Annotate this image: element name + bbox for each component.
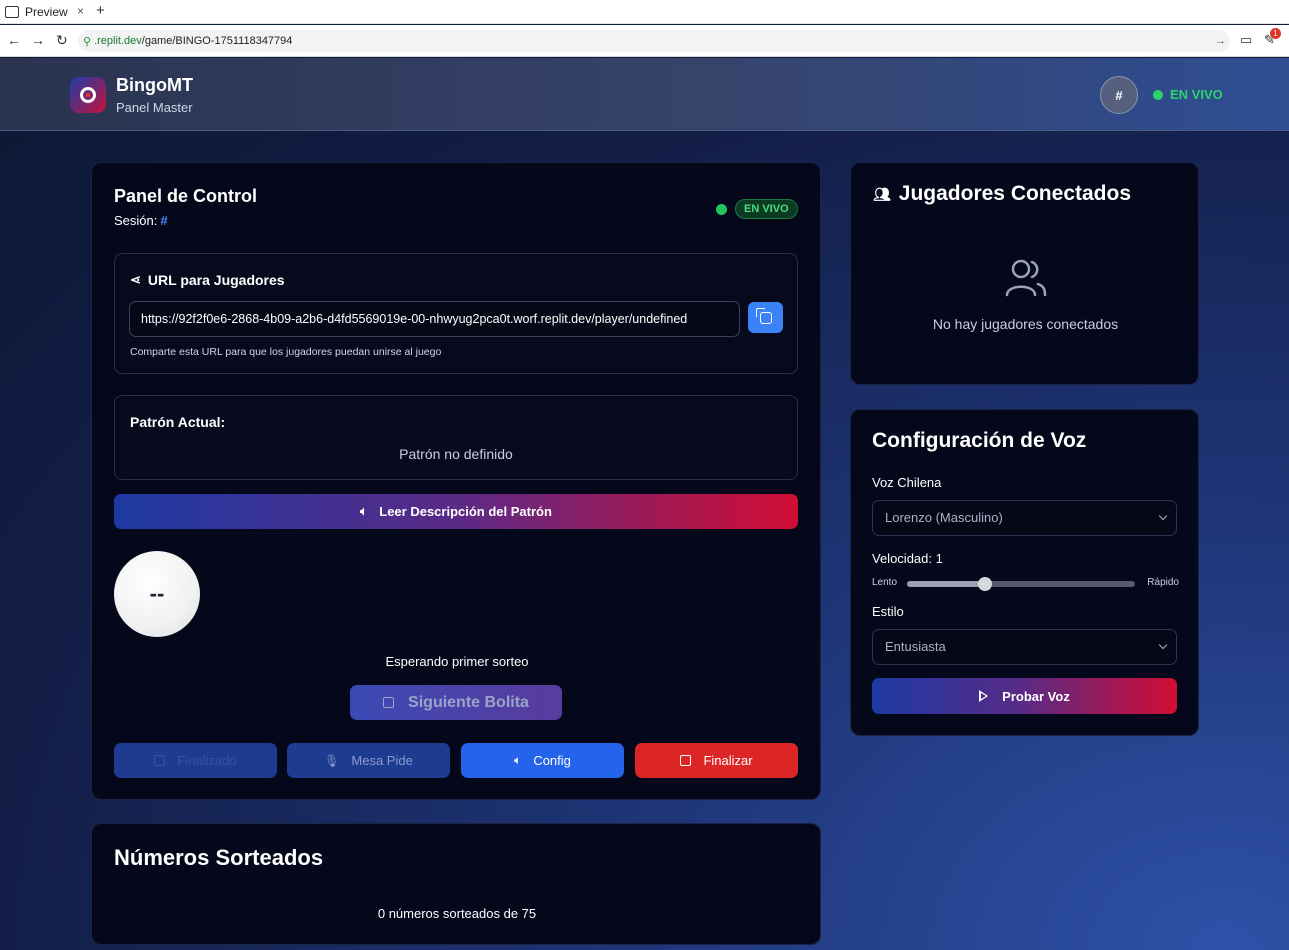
test-voice-button[interactable]: Probar Voz [872,678,1177,714]
square-icon [680,755,692,766]
dart-logo-icon [70,77,106,113]
back-icon[interactable]: ← [7,32,21,48]
tab-close-icon[interactable]: × [77,4,84,18]
speed-slider-fill [907,581,985,587]
player-url-section: ⋖ URL para Jugadores https://92f2f0e6-28… [114,253,798,374]
read-pattern-label: Leer Descripción del Patrón [379,504,552,519]
live-badge: EN VIVO [716,199,798,219]
url-field[interactable]: ⚲ .replit.dev /game/BINGO-1751118347794 … [78,30,1230,52]
speaker-icon: 🔈︎ [360,504,368,518]
read-pattern-button[interactable]: 🔈︎ Leer Descripción del Patrón [114,494,798,529]
next-ball-label: Siguiente Bolita [408,693,529,711]
voice-label: Voz Chilena [872,475,942,490]
chevron-down-icon [1158,511,1168,521]
chevron-down-icon [1158,640,1168,650]
player-url-input[interactable]: https://92f2f0e6-2868-4b09-a2b6-d4fd5569… [129,301,740,337]
waiting-text: Esperando primer sorteo [385,654,529,669]
pattern-section: Patrón Actual: Patrón no definido [114,395,798,480]
mesa-pide-label: Mesa Pide [351,753,413,768]
url-path: /game/BINGO-1751118347794 [141,35,293,47]
current-ball: -- [114,551,200,637]
checkbox-icon [154,755,166,766]
config-button[interactable]: 🔈︎ Config [461,743,624,778]
live-dot-icon [1153,89,1163,100]
new-tab-button[interactable]: + [96,2,105,19]
microphone-icon: 🎙︎ [324,753,340,768]
finalizar-label: Finalizar [703,753,753,768]
pattern-title: Patrón Actual: [130,414,226,430]
app-header: BingoMT Panel Master # EN VIVO [0,58,1289,131]
style-select-value: Entusiasta [885,639,946,654]
live-dot-icon [716,203,727,215]
style-label: Estilo [872,604,904,619]
speed-slider[interactable] [907,577,1135,591]
finalizar-button[interactable]: Finalizar [635,743,798,778]
session-value: # [160,213,168,228]
secure-icon: ⚲ [83,35,92,48]
forward-icon[interactable]: → [31,32,45,48]
pattern-value: Patrón no definido [399,446,513,462]
users-empty-icon [1005,259,1047,297]
players-title: 👥︎ Jugadores Conectados [873,182,1131,206]
notification-badge: 1 [1270,28,1281,39]
users-icon: 👥︎ [873,185,891,202]
play-icon [979,690,989,702]
voice-select[interactable]: Lorenzo (Masculino) [872,500,1177,536]
drawn-numbers-count: 0 números sorteados de 75 [377,906,537,921]
live-status: EN VIVO [1153,87,1223,102]
player-url-title-text: URL para Jugadores [147,272,285,288]
brand-name: BingoMT [116,75,193,95]
session-label: Sesión: [114,213,158,228]
fast-label: Rápido [1147,577,1179,588]
player-url-help: Comparte esta URL para que los jugadores… [130,346,442,358]
speed-label: Velocidad: 1 [872,551,943,566]
cast-icon[interactable]: ▭ [1240,32,1252,48]
drawn-numbers-title: Números Sorteados [114,845,324,870]
session-line: Sesión: # [114,213,168,228]
slow-label: Lento [872,577,898,588]
share-icon: ⋖ [130,272,141,287]
players-panel: 👥︎ Jugadores Conectados No hay jugadores… [850,162,1199,385]
copy-url-button[interactable] [748,302,783,333]
session-hash-button[interactable]: # [1100,76,1138,114]
test-voice-label: Probar Voz [1002,688,1070,704]
browser-tab[interactable]: Preview × [0,0,88,24]
reload-icon[interactable]: ↻ [56,32,68,49]
control-panel-title: Panel de Control [114,186,258,206]
players-empty-text: No hay jugadores conectados [932,316,1119,332]
player-url-title: ⋖ URL para Jugadores [130,272,285,288]
config-label: Config [533,753,571,768]
next-ball-button[interactable]: Siguiente Bolita [350,685,562,720]
browser-tab-bar: Preview × + [0,0,1289,24]
app-root: BingoMT Panel Master # EN VIVO Panel de … [0,58,1289,950]
mesa-pide-button[interactable]: 🎙︎ Mesa Pide [287,743,450,778]
monitor-icon [5,6,19,18]
voice-select-value: Lorenzo (Masculino) [885,510,1003,525]
address-bar: ← → ↻ ⚲ .replit.dev /game/BINGO-17511183… [0,25,1289,57]
finished-label: Finalizado [177,753,237,768]
go-arrow-icon[interactable]: → [1215,35,1226,47]
drawn-numbers-panel: Números Sorteados 0 números sorteados de… [91,823,821,945]
finished-button[interactable]: Finalizado [114,743,277,778]
players-title-text: Jugadores Conectados [898,182,1132,205]
style-select[interactable]: Entusiasta [872,629,1177,665]
speed-slider-row: Lento Rápido [872,575,1179,591]
control-panel: Panel de Control Sesión: # EN VIVO ⋖ URL … [91,162,821,800]
live-label: EN VIVO [1170,87,1223,102]
speed-slider-thumb[interactable] [977,577,992,591]
stop-icon [383,697,395,708]
voice-config-title: Configuración de Voz [872,429,1087,452]
tab-title: Preview [25,5,68,19]
speaker-icon: 🔈︎ [514,753,522,767]
brand-subtitle: Panel Master [116,100,193,115]
url-domain: .replit.dev [94,35,142,47]
copy-icon [755,307,772,324]
live-pill: EN VIVO [735,199,798,219]
voice-config-panel: Configuración de Voz Voz Chilena Lorenzo… [850,409,1199,736]
